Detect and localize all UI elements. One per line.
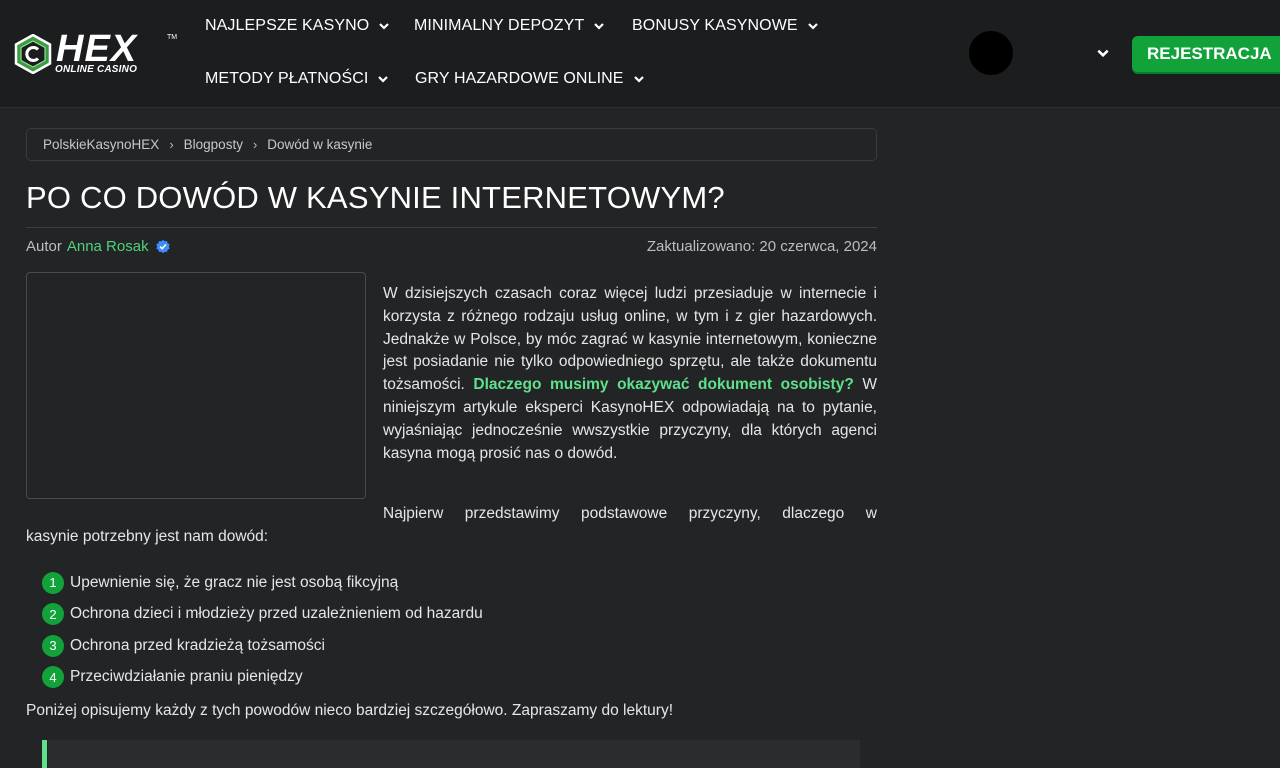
chevron-down-icon: [379, 23, 390, 30]
nav-item-bonusy-kasynowe[interactable]: BONUSY KASYNOWE: [632, 17, 819, 35]
nav-item-label: BONUSY KASYNOWE: [632, 17, 798, 34]
highlight-quote-box: [42, 740, 860, 768]
site-header: HEX TM ONLINE CASINO NAJLEPSZE KASYNO MI…: [0, 0, 1280, 108]
nav-item-gry-hazardowe-online[interactable]: GRY HAZARDOWE ONLINE: [415, 70, 645, 88]
intro-highlight: Dlaczego musimy okazywać dokument osobis…: [473, 376, 854, 394]
chevron-down-icon: [594, 23, 605, 30]
list-item-text: Ochrona przed kradzieżą tożsamości: [70, 636, 326, 654]
list-number-badge: 4: [42, 666, 64, 689]
title-divider: [26, 227, 877, 228]
article-paragraph-outro: Poniżej opisujemy każdy z tych powodów n…: [26, 702, 673, 719]
article-author: Autor Anna Rosak: [26, 238, 171, 255]
verified-badge-icon: [155, 239, 170, 253]
logo-trademark: TM: [167, 34, 178, 41]
nav-item-metody-platnosci[interactable]: METODY PŁATNOŚCI: [205, 70, 389, 88]
list-number-badge: 1: [42, 571, 64, 594]
nav-item-label: NAJLEPSZE KASYNO: [205, 17, 370, 34]
list-item: 3 Ochrona przed kradzieżą tożsamości: [42, 630, 483, 662]
logo-wordmark: HEX: [56, 28, 138, 70]
list-number-badge: 3: [42, 634, 64, 657]
site-logo[interactable]: HEX TM ONLINE CASINO: [12, 30, 182, 78]
list-item: 4 Przeciwdziałanie praniu pieniędzy: [42, 662, 483, 694]
list-item: 2 Ochrona dzieci i młodzieży przed uzale…: [42, 599, 483, 631]
article-updated-date: Zaktualizowano: 20 czerwca, 2024: [646, 238, 877, 255]
chevron-down-icon: [633, 76, 644, 83]
breadcrumb-blog-link[interactable]: Blogposty: [184, 137, 243, 152]
reasons-list: 1 Upewnienie się, że gracz nie jest osob…: [42, 567, 483, 693]
nav-item-label: GRY HAZARDOWE ONLINE: [415, 70, 624, 87]
article-hero-image: [26, 272, 366, 499]
article-paragraph-reasons-intro-cont: kasynie potrzebny jest nam dowód:: [26, 528, 269, 545]
author-prefix: Autor: [26, 238, 62, 255]
article-paragraph-reasons-intro: Najpierw przedstawimy podstawowe przyczy…: [383, 505, 877, 522]
nav-item-minimalny-depozyt[interactable]: MINIMALNY DEPOZYT: [414, 17, 605, 35]
language-flag-icon[interactable]: [969, 31, 1013, 75]
nav-item-label: METODY PŁATNOŚCI: [205, 70, 369, 87]
list-number-badge: 2: [42, 603, 64, 626]
breadcrumb-current: Dowód w kasynie: [267, 137, 373, 152]
nav-item-label: MINIMALNY DEPOZYT: [414, 17, 585, 34]
breadcrumb: PolskieKasynoHEX › Blogposty › Dowód w k…: [26, 128, 877, 161]
chevron-down-icon: [378, 76, 389, 83]
list-item-text: Upewnienie się, że gracz nie jest osobą …: [70, 573, 399, 591]
nav-item-najlepsze-kasyno[interactable]: NAJLEPSZE KASYNO: [205, 17, 390, 35]
list-item-text: Przeciwdziałanie praniu pieniędzy: [70, 668, 303, 686]
list-item-text: Ochrona dzieci i młodzieży przed uzależn…: [70, 605, 483, 623]
register-button[interactable]: REJESTRACJA: [1132, 36, 1280, 72]
logo-badge-icon: [14, 34, 52, 74]
page-title: PO CO DOWÓD W KASYNIE INTERNETOWYM?: [26, 180, 725, 215]
language-chevron-down-icon[interactable]: [1096, 46, 1110, 60]
author-link[interactable]: Anna Rosak: [67, 238, 149, 255]
chevron-down-icon: [807, 23, 818, 30]
breadcrumb-home-link[interactable]: PolskieKasynoHEX: [43, 137, 159, 152]
article-intro: W dzisiejszych czasach coraz więcej ludz…: [383, 283, 877, 465]
breadcrumb-separator-icon: ›: [169, 137, 174, 152]
breadcrumb-separator-icon: ›: [252, 137, 258, 152]
list-item: 1 Upewnienie się, że gracz nie jest osob…: [42, 567, 483, 599]
logo-tagline: ONLINE CASINO: [55, 64, 138, 75]
